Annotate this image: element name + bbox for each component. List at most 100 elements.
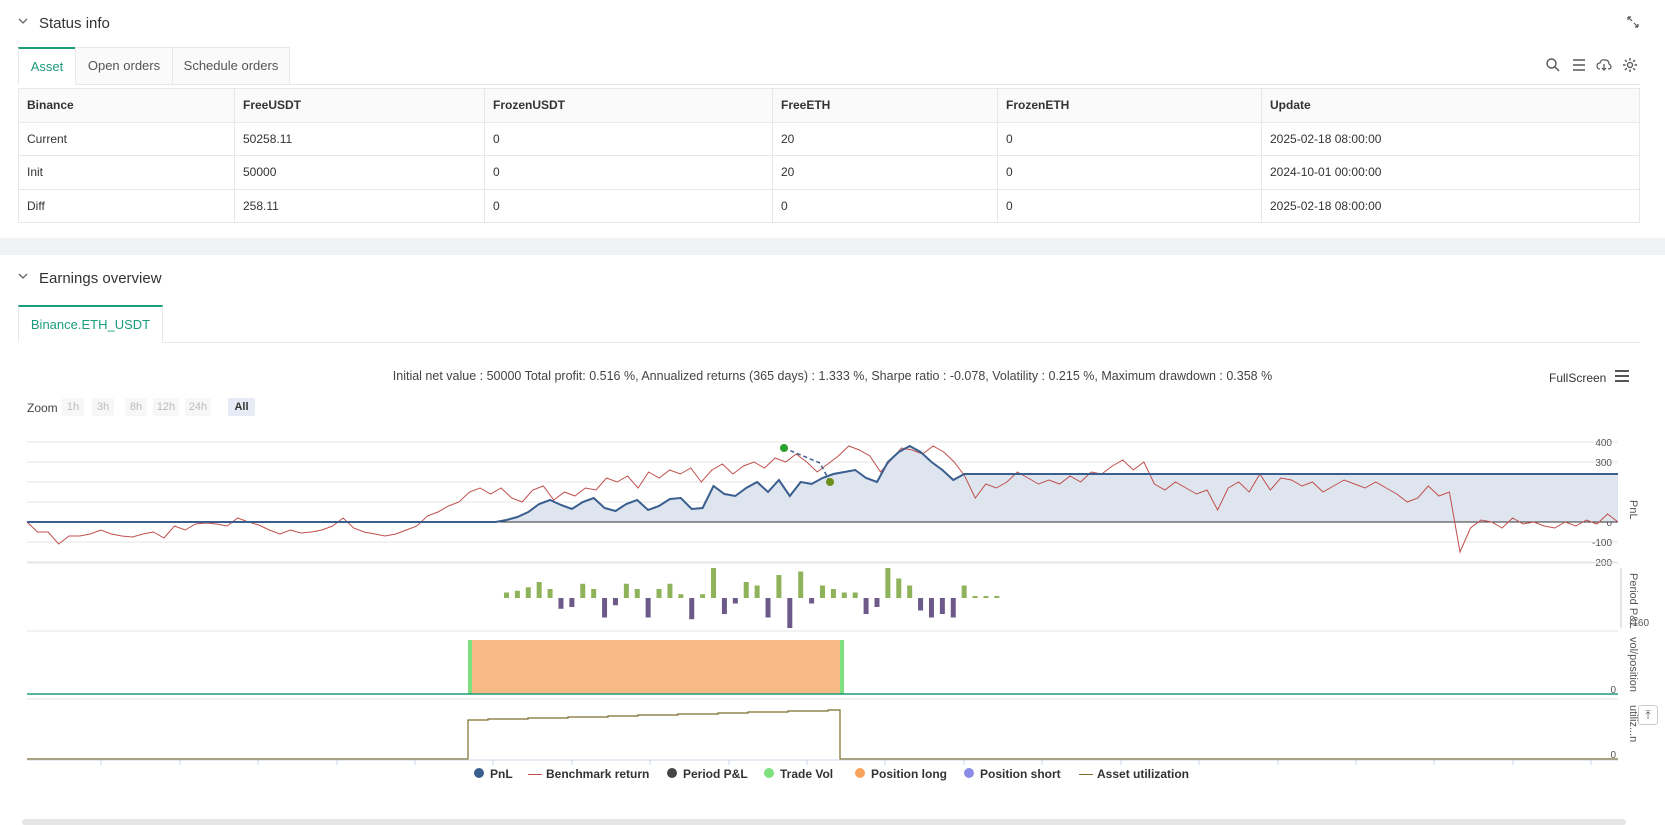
chevron-down-icon[interactable] xyxy=(18,16,28,26)
table-cell: 0 xyxy=(997,188,1262,223)
status-info-panel: Status info Asset Open orders Schedule o… xyxy=(0,0,1665,238)
table-header-row: Binance FreeUSDT FrozenUSDT FreeETH Froz… xyxy=(18,88,1640,123)
buy-marker[interactable] xyxy=(780,444,788,452)
position-long-area xyxy=(469,640,841,694)
chart-legend: PnL Benchmark return Period P&L Trade Vo… xyxy=(0,767,1665,783)
chart-scrollbar[interactable] xyxy=(22,819,1626,825)
search-icon[interactable] xyxy=(1545,57,1561,73)
legend-dot-icon xyxy=(667,768,677,778)
tab-open-orders[interactable]: Open orders xyxy=(75,47,173,85)
period-pnl-bar xyxy=(721,598,727,614)
period-pnl-bar xyxy=(896,578,902,598)
legend-asset-utilization[interactable]: Asset utilization xyxy=(1079,767,1189,781)
period-pnl-bar xyxy=(863,598,869,614)
sell-marker[interactable] xyxy=(826,478,834,486)
expand-icon[interactable] xyxy=(1627,16,1639,28)
period-axis-label: Period P&L xyxy=(1627,573,1639,629)
period-pnl-bar xyxy=(961,585,967,598)
period-pnl-bar xyxy=(514,590,520,598)
chevron-down-icon[interactable] xyxy=(18,271,28,281)
zoom-3h-button[interactable]: 3h xyxy=(92,398,114,416)
tab-binance-eth-usdt[interactable]: Binance.ETH_USDT xyxy=(18,305,163,343)
period-pnl-bar xyxy=(983,596,989,598)
legend-benchmark[interactable]: Benchmark return xyxy=(528,767,649,781)
period-pnl-bar xyxy=(776,575,782,598)
chart-menu-icon[interactable] xyxy=(1614,369,1630,383)
tab-schedule-orders[interactable]: Schedule orders xyxy=(172,47,290,85)
period-pnl-bar xyxy=(972,596,978,598)
status-tabs: Asset Open orders Schedule orders xyxy=(18,47,1640,85)
pnl-tick-label: 300 xyxy=(1595,458,1612,469)
period-pnl-bar xyxy=(503,592,509,598)
tab-asset[interactable]: Asset xyxy=(18,47,76,85)
period-pnl-bar xyxy=(787,598,793,628)
legend-dot-icon xyxy=(764,768,774,778)
status-info-header[interactable]: Status info xyxy=(0,0,1665,48)
period-pnl-bar xyxy=(874,598,880,607)
table-cell: 0 xyxy=(772,188,998,223)
trade-vol-bar xyxy=(840,640,844,694)
zoom-8h-button[interactable]: 8h xyxy=(125,398,147,416)
period-pnl-bar xyxy=(754,585,760,598)
column-header: FreeETH xyxy=(772,88,998,123)
table-cell: 2025-02-18 08:00:00 xyxy=(1261,121,1640,156)
period-pnl-bar xyxy=(885,568,891,598)
period-pnl-bar xyxy=(689,598,695,620)
table-row: Diff 258.11 0 0 0 2025-02-18 08:00:00 xyxy=(18,188,1640,223)
earnings-tabs: Binance.ETH_USDT xyxy=(18,305,1640,343)
vol-axis-label: vol/position xyxy=(1627,637,1639,692)
zoom-1h-button[interactable]: 1h xyxy=(62,398,84,416)
period-pnl-bar xyxy=(939,598,945,614)
status-info-title: Status info xyxy=(39,15,110,32)
zoom-24h-button[interactable]: 24h xyxy=(185,398,211,416)
period-pnl-bar xyxy=(711,568,717,598)
legend-dot-icon xyxy=(964,768,974,778)
period-pnl-bar xyxy=(907,585,913,598)
legend-pnl[interactable]: PnL xyxy=(474,767,513,781)
column-header: Update xyxy=(1261,88,1640,123)
earnings-overview-header[interactable]: Earnings overview xyxy=(0,255,1665,303)
column-header: FrozenUSDT xyxy=(484,88,773,123)
zoom-12h-button[interactable]: 12h xyxy=(153,398,179,416)
period-pnl-bar xyxy=(656,589,662,598)
column-header: FreeUSDT xyxy=(234,88,485,123)
gear-icon[interactable] xyxy=(1622,57,1638,73)
x-axis-ticks: 7. Oct14. Oct21. Oct28. Oct4. Nov11. Nov… xyxy=(100,760,1592,765)
period-pnl-bar xyxy=(820,585,825,598)
period-pnl-bars xyxy=(503,568,1000,628)
table-cell: 2024-10-01 00:00:00 xyxy=(1261,155,1640,190)
pnl-tick-label: -100 xyxy=(1592,538,1612,549)
legend-trade-vol[interactable]: Trade Vol xyxy=(764,767,833,781)
period-pnl-bar xyxy=(809,598,815,604)
row-label-current[interactable]: Current xyxy=(18,121,235,156)
period-pnl-bar xyxy=(569,598,575,607)
cloud-download-icon[interactable] xyxy=(1596,57,1612,73)
fullscreen-button[interactable]: FullScreen xyxy=(1549,371,1606,385)
row-label-init: Init xyxy=(18,155,235,190)
table-cell: 0 xyxy=(484,188,773,223)
period-pnl-bar xyxy=(830,589,836,598)
list-icon[interactable] xyxy=(1571,57,1587,73)
period-pnl-bar xyxy=(852,592,858,598)
table-cell: 20 xyxy=(772,155,998,190)
period-pnl-bar xyxy=(743,582,749,598)
table-cell: 2025-02-18 08:00:00 xyxy=(1261,188,1640,223)
legend-line-icon xyxy=(1079,774,1093,776)
zoom-all-button[interactable]: All xyxy=(228,398,255,416)
legend-period-pnl[interactable]: Period P&L xyxy=(667,767,748,781)
zoom-label: Zoom xyxy=(27,401,58,415)
period-pnl-bar xyxy=(558,598,564,609)
earnings-chart[interactable]: 4003002001000-100-200 PnL -160 Period P&… xyxy=(0,425,1665,765)
trade-vol-bar xyxy=(468,640,472,694)
legend-position-long[interactable]: Position long xyxy=(855,767,947,781)
period-pnl-bar xyxy=(645,598,651,618)
asset-utilization-line xyxy=(27,709,1618,760)
earnings-overview-panel: Earnings overview Binance.ETH_USDT Initi… xyxy=(0,255,1665,825)
back-to-top-button[interactable]: ⤒ xyxy=(1638,705,1658,725)
period-pnl-bar xyxy=(580,583,586,598)
earnings-overview-title: Earnings overview xyxy=(39,270,162,287)
legend-position-short[interactable]: Position short xyxy=(964,767,1061,781)
earnings-summary: Initial net value : 50000 Total profit: … xyxy=(392,369,1273,383)
pnl-tick-label: 400 xyxy=(1595,438,1612,449)
period-pnl-bar xyxy=(798,571,804,598)
